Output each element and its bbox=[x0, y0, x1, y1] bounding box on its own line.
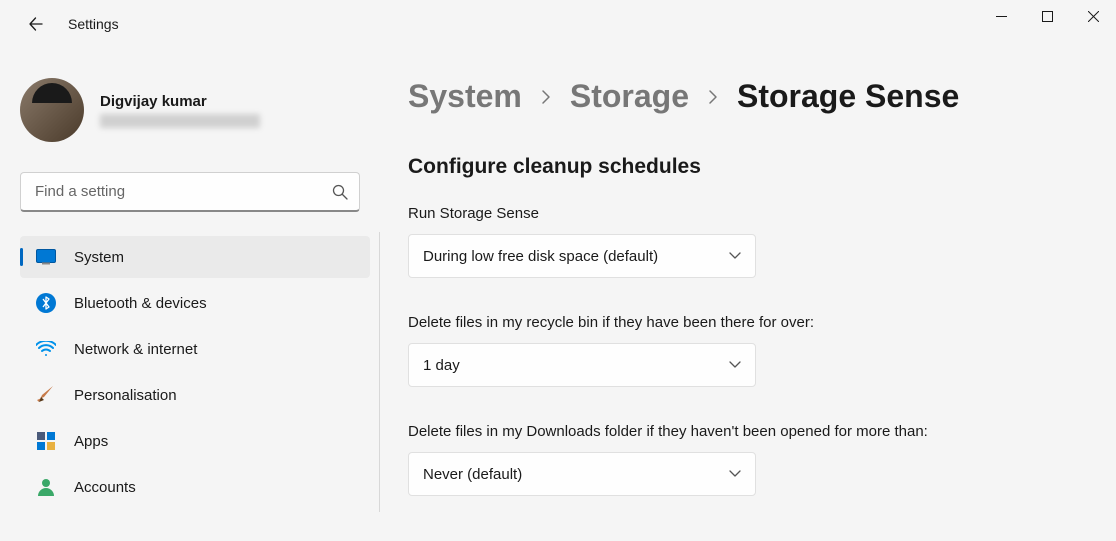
sidebar-item-accounts[interactable]: Accounts bbox=[20, 466, 370, 508]
nav-list: System Bluetooth & devices Network & int… bbox=[20, 232, 380, 512]
page-title: Settings bbox=[68, 16, 119, 32]
sidebar-item-label: Apps bbox=[74, 433, 108, 450]
dropdown-value: During low free disk space (default) bbox=[423, 248, 658, 265]
chevron-down-icon bbox=[729, 361, 741, 369]
chevron-right-icon bbox=[540, 88, 552, 106]
system-icon bbox=[36, 247, 56, 267]
search-box bbox=[20, 172, 360, 212]
dropdown-value: Never (default) bbox=[423, 466, 522, 483]
chevron-right-icon bbox=[707, 88, 719, 106]
arrow-left-icon bbox=[28, 16, 44, 32]
sidebar: Digvijay kumar System Bluetoo bbox=[0, 48, 380, 541]
sidebar-item-label: Accounts bbox=[74, 479, 136, 496]
dropdown-value: 1 day bbox=[423, 357, 460, 374]
downloads-dropdown[interactable]: Never (default) bbox=[408, 452, 756, 496]
person-icon bbox=[36, 477, 56, 497]
sidebar-item-label: Network & internet bbox=[74, 341, 197, 358]
user-card[interactable]: Digvijay kumar bbox=[20, 68, 380, 162]
minimize-button[interactable] bbox=[978, 0, 1024, 32]
close-icon bbox=[1088, 11, 1099, 22]
sidebar-item-system[interactable]: System bbox=[20, 236, 370, 278]
maximize-icon bbox=[1042, 11, 1053, 22]
sidebar-item-network[interactable]: Network & internet bbox=[20, 328, 370, 370]
run-storage-sense-label: Run Storage Sense bbox=[408, 203, 948, 224]
bluetooth-icon bbox=[36, 293, 56, 313]
recycle-bin-label: Delete files in my recycle bin if they h… bbox=[408, 312, 948, 333]
minimize-icon bbox=[996, 11, 1007, 22]
breadcrumb-system[interactable]: System bbox=[408, 78, 522, 115]
titlebar: Settings bbox=[0, 0, 1116, 48]
run-storage-sense-dropdown[interactable]: During low free disk space (default) bbox=[408, 234, 756, 278]
close-button[interactable] bbox=[1070, 0, 1116, 32]
sidebar-item-bluetooth[interactable]: Bluetooth & devices bbox=[20, 282, 370, 324]
sidebar-item-personalisation[interactable]: Personalisation bbox=[20, 374, 370, 416]
user-avatar bbox=[20, 78, 84, 142]
chevron-down-icon bbox=[729, 470, 741, 478]
chevron-down-icon bbox=[729, 252, 741, 260]
sidebar-item-label: Personalisation bbox=[74, 387, 177, 404]
apps-icon bbox=[36, 431, 56, 451]
user-email-blurred bbox=[100, 114, 260, 128]
downloads-label: Delete files in my Downloads folder if t… bbox=[408, 421, 948, 442]
user-name: Digvijay kumar bbox=[100, 93, 260, 110]
main-content: System Storage Storage Sense Configure c… bbox=[380, 48, 1116, 541]
breadcrumb-current: Storage Sense bbox=[737, 78, 959, 115]
section-heading: Configure cleanup schedules bbox=[408, 155, 1086, 179]
wifi-icon bbox=[36, 339, 56, 359]
paintbrush-icon bbox=[36, 385, 56, 405]
breadcrumb-storage[interactable]: Storage bbox=[570, 78, 689, 115]
search-input[interactable] bbox=[20, 172, 360, 212]
sidebar-item-label: System bbox=[74, 249, 124, 266]
maximize-button[interactable] bbox=[1024, 0, 1070, 32]
back-button[interactable] bbox=[16, 4, 56, 44]
window-controls bbox=[978, 0, 1116, 32]
sidebar-item-label: Bluetooth & devices bbox=[74, 295, 207, 312]
recycle-bin-dropdown[interactable]: 1 day bbox=[408, 343, 756, 387]
sidebar-item-apps[interactable]: Apps bbox=[20, 420, 370, 462]
breadcrumb: System Storage Storage Sense bbox=[408, 78, 1086, 115]
